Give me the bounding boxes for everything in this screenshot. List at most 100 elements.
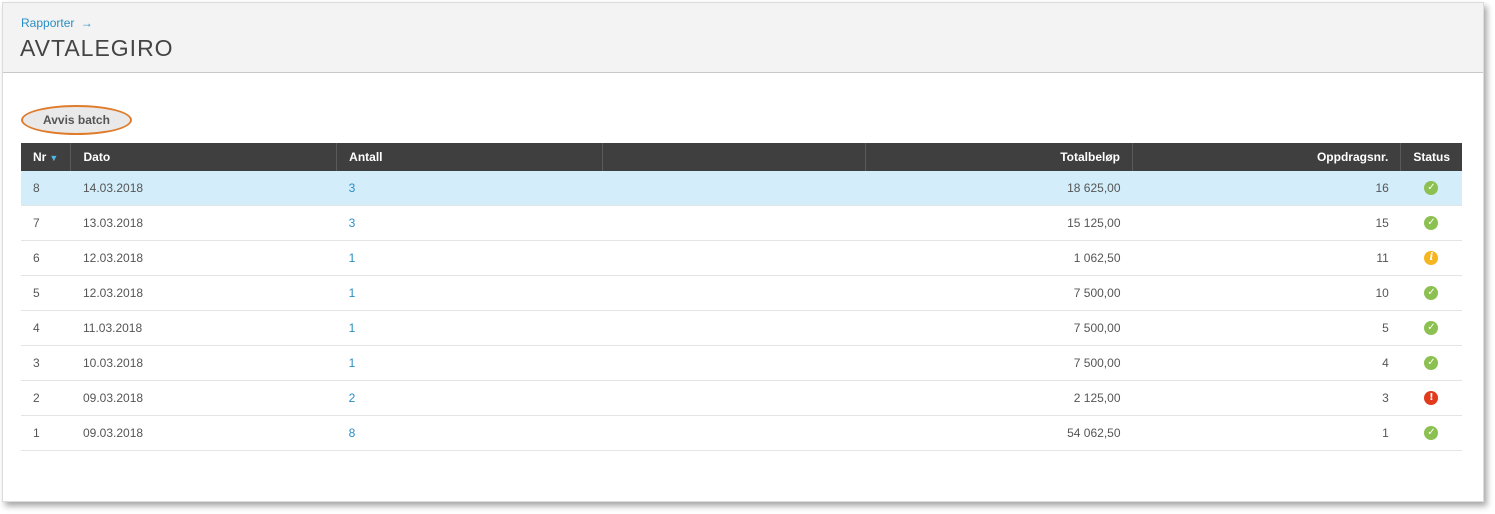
cell-status: ✓ xyxy=(1400,171,1462,206)
table-row[interactable]: 7 13.03.2018 3 15 125,00 15 ✓ xyxy=(21,205,1462,241)
cell-totalbelop: 18 625,00 xyxy=(865,171,1133,206)
report-window: Rapporter → AVTALEGIRO Avvis batch Nr▼ xyxy=(2,2,1484,502)
cell-totalbelop: 1 062,50 xyxy=(865,240,1133,276)
check-circle-icon: ✓ xyxy=(1424,286,1439,301)
batch-table: Nr ▼ Dato Antall Totalbeløp Oppdragsnr. S… xyxy=(21,143,1462,451)
cell-antall: 2 xyxy=(336,380,603,416)
cell-nr: 5 xyxy=(21,275,71,311)
table-row[interactable]: 6 12.03.2018 1 1 062,50 11 i xyxy=(21,240,1462,276)
antall-link[interactable]: 1 xyxy=(349,321,356,335)
cell-oppdragsnr: 10 xyxy=(1132,275,1401,311)
cell-oppdragsnr: 11 xyxy=(1132,240,1401,276)
cell-status: ✓ xyxy=(1400,415,1462,451)
cell-nr: 1 xyxy=(21,415,71,451)
cell-dato: 14.03.2018 xyxy=(70,171,337,206)
cell-blank xyxy=(602,310,866,346)
column-header-blank xyxy=(602,143,867,171)
cell-nr: 3 xyxy=(21,345,71,381)
exclamation-circle-icon: ! xyxy=(1424,391,1439,406)
cell-nr: 2 xyxy=(21,380,71,416)
column-header-nr[interactable]: Nr ▼ xyxy=(21,143,72,171)
info-circle-icon: i xyxy=(1424,251,1439,266)
cell-oppdragsnr: 5 xyxy=(1132,310,1401,346)
cell-totalbelop: 7 500,00 xyxy=(865,310,1133,346)
cell-oppdragsnr: 1 xyxy=(1132,415,1401,451)
check-circle-icon: ✓ xyxy=(1424,321,1439,336)
cell-antall: 1 xyxy=(336,240,603,276)
check-circle-icon: ✓ xyxy=(1424,356,1439,371)
cell-antall: 1 xyxy=(336,310,603,346)
cell-antall: 1 xyxy=(336,275,603,311)
cell-antall: 8 xyxy=(336,415,603,451)
batch-table-container: Nr ▼ Dato Antall Totalbeløp Oppdragsnr. S… xyxy=(21,143,1462,451)
table-row[interactable]: 1 09.03.2018 8 54 062,50 1 ✓ xyxy=(21,415,1462,451)
cell-oppdragsnr: 3 xyxy=(1132,380,1401,416)
cell-blank xyxy=(602,415,866,451)
cell-oppdragsnr: 4 xyxy=(1132,345,1401,381)
action-bar: Avvis batch xyxy=(21,105,132,135)
antall-link[interactable]: 3 xyxy=(349,216,356,230)
cell-blank xyxy=(602,171,866,206)
cell-dato: 11.03.2018 xyxy=(70,310,337,346)
cell-blank xyxy=(602,380,866,416)
column-header-status[interactable]: Status xyxy=(1400,143,1462,171)
breadcrumb-label: Rapporter xyxy=(21,16,75,30)
cell-blank xyxy=(602,345,866,381)
antall-link[interactable]: 1 xyxy=(349,286,356,300)
cell-nr: 6 xyxy=(21,240,71,276)
reject-batch-button[interactable]: Avvis batch xyxy=(21,105,132,135)
cell-oppdragsnr: 15 xyxy=(1132,205,1401,241)
cell-antall: 3 xyxy=(336,205,603,241)
table-row[interactable]: 2 09.03.2018 2 2 125,00 3! xyxy=(21,380,1462,416)
cell-totalbelop: 7 500,00 xyxy=(865,345,1133,381)
table-header-row: Nr ▼ Dato Antall Totalbeløp Oppdragsnr. S… xyxy=(21,143,1462,171)
cell-dato: 09.03.2018 xyxy=(70,415,337,451)
cell-status: ✓ xyxy=(1400,275,1462,311)
antall-link[interactable]: 1 xyxy=(349,251,356,265)
cell-status: i xyxy=(1400,240,1462,276)
check-circle-icon: ✓ xyxy=(1424,216,1439,231)
table-row[interactable]: 4 11.03.2018 1 7 500,00 5 ✓ xyxy=(21,310,1462,346)
column-header-oppdragsnr[interactable]: Oppdragsnr. xyxy=(1132,143,1402,171)
cell-status: ! xyxy=(1400,380,1462,416)
cell-totalbelop: 7 500,00 xyxy=(865,275,1133,311)
cell-antall: 1 xyxy=(336,345,603,381)
cell-antall: 3 xyxy=(336,171,603,206)
cell-totalbelop: 54 062,50 xyxy=(865,415,1133,451)
table-row[interactable]: 8 14.03.2018 3 18 625,00 16 ✓ xyxy=(21,171,1462,206)
cell-nr: 8 xyxy=(21,171,71,206)
antall-link[interactable]: 8 xyxy=(349,426,356,440)
table-row[interactable]: 5 12.03.2018 1 7 500,00 10 ✓ xyxy=(21,275,1462,311)
cell-status: ✓ xyxy=(1400,345,1462,381)
sort-descending-icon[interactable]: ▼ xyxy=(49,153,58,163)
check-circle-icon: ✓ xyxy=(1424,181,1439,196)
page-header: Rapporter → AVTALEGIRO xyxy=(3,3,1483,73)
cell-nr: 7 xyxy=(21,205,71,241)
column-header-dato[interactable]: Dato xyxy=(70,143,338,171)
cell-dato: 12.03.2018 xyxy=(70,240,337,276)
arrow-right-icon: → xyxy=(80,16,93,30)
cell-blank xyxy=(602,205,866,241)
cell-status: ✓ xyxy=(1400,205,1462,241)
antall-link[interactable]: 1 xyxy=(349,356,356,370)
column-header-totalbelop[interactable]: Totalbeløp xyxy=(865,143,1133,171)
column-label: Nr xyxy=(33,150,47,164)
cell-status: ✓ xyxy=(1400,310,1462,346)
breadcrumb-rapporter[interactable]: Rapporter → xyxy=(21,16,93,30)
cell-blank xyxy=(602,240,866,276)
check-circle-icon: ✓ xyxy=(1424,426,1439,441)
table-body: 8 14.03.2018 3 18 625,00 16 ✓ 7 13.03.2018 3 15 1… xyxy=(21,171,1462,451)
table-row[interactable]: 3 10.03.2018 1 7 500,00 4 ✓ xyxy=(21,345,1462,381)
cell-totalbelop: 15 125,00 xyxy=(865,205,1133,241)
cell-blank xyxy=(602,275,866,311)
page-title: AVTALEGIRO xyxy=(20,35,174,61)
column-header-antall[interactable]: Antall xyxy=(336,143,604,171)
cell-oppdragsnr: 16 xyxy=(1132,171,1401,206)
antall-link[interactable]: 2 xyxy=(349,391,356,405)
cell-dato: 12.03.2018 xyxy=(70,275,337,311)
cell-dato: 13.03.2018 xyxy=(70,205,337,241)
cell-totalbelop: 2 125,00 xyxy=(865,380,1133,416)
cell-nr: 4 xyxy=(21,310,71,346)
antall-link[interactable]: 3 xyxy=(349,181,356,195)
cell-dato: 09.03.2018 xyxy=(70,380,337,416)
